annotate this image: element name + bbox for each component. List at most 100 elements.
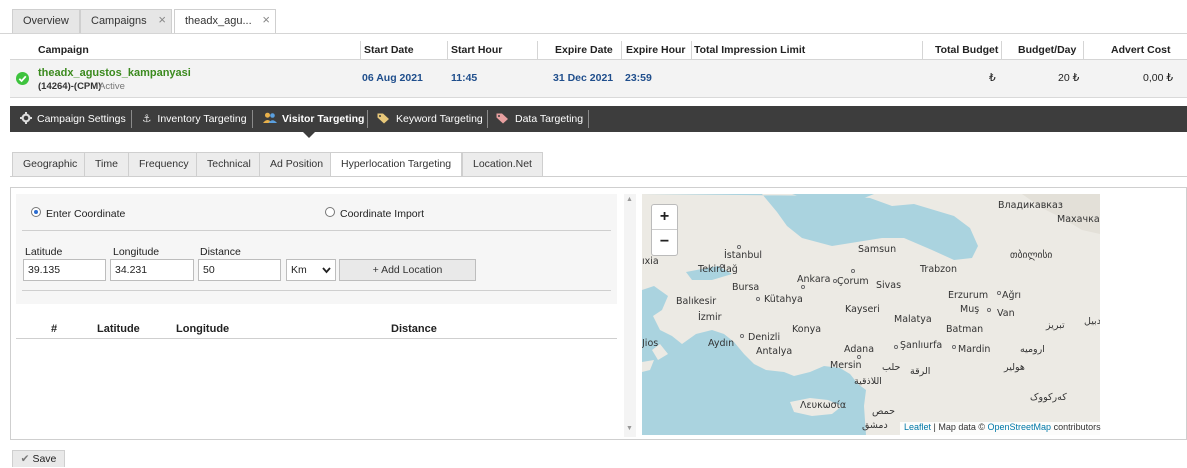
map-city-label: Konya	[792, 324, 822, 335]
map-city-label: Kayseri	[845, 304, 880, 315]
map-city-label: Adana	[844, 344, 875, 355]
scroll-up-icon[interactable]: ▲	[626, 196, 633, 203]
nav-divider	[588, 110, 589, 128]
nav-divider	[487, 110, 488, 128]
gear-icon	[20, 112, 32, 124]
map-city-label: حلب	[882, 362, 901, 373]
zoom-out-button[interactable]: −	[652, 230, 677, 255]
map-city-label: Владикавказ	[998, 200, 1063, 211]
total-budget-value: ₺	[989, 72, 996, 84]
nav-inventory-targeting[interactable]: ⚓ Inventory Targeting	[142, 106, 247, 132]
longitude-label: Longitude	[113, 246, 160, 258]
map-city-label: تبریز	[1046, 320, 1065, 331]
map-city-label: Tekirdağ	[698, 264, 738, 275]
budget-day-value: 20 ₺	[1058, 72, 1080, 84]
column-divider	[1083, 41, 1084, 60]
map-city-label: هولير	[1004, 362, 1025, 373]
chevron-down-icon	[322, 267, 331, 274]
subtab-time[interactable]: Time	[84, 152, 129, 176]
header-expire-date: Expire Date	[555, 44, 613, 56]
expire-hour-value: 23:59	[625, 72, 652, 84]
nav-divider	[131, 110, 132, 128]
location-map[interactable]: Владикавказ Махачкал İstanbul Samsun თბი…	[642, 194, 1100, 435]
map-city-label: حمص	[872, 406, 896, 417]
distance-input[interactable]	[198, 259, 281, 281]
header-campaign: Campaign	[38, 44, 89, 56]
map-city-marker	[833, 279, 837, 283]
campaign-table-header: Campaign Start Date Start Hour Expire Da…	[10, 41, 1187, 60]
map-city-label: Kütahya	[764, 294, 803, 305]
add-location-button[interactable]: + Add Location	[339, 259, 476, 281]
tag-icon	[496, 113, 508, 124]
nav-keyword-targeting[interactable]: Keyword Targeting	[377, 106, 483, 132]
save-button[interactable]: ✔ Save	[12, 450, 65, 467]
expire-date-value: 31 Dec 2021	[553, 72, 614, 84]
leaflet-link[interactable]: Leaflet	[904, 422, 931, 432]
close-icon[interactable]: ×	[158, 9, 166, 31]
subtab-technical[interactable]: Technical	[196, 152, 262, 176]
nav-data-targeting[interactable]: Data Targeting	[496, 106, 583, 132]
campaign-name-link[interactable]: theadx_agustos_kampanyasi	[38, 67, 191, 79]
map-zoom-control: + −	[651, 204, 678, 256]
tab-overview[interactable]: Overview	[12, 9, 80, 33]
subtab-frequency[interactable]: Frequency	[128, 152, 200, 176]
map-city-label: Erzurum	[948, 290, 989, 301]
map-city-label: თბილისი	[1010, 250, 1053, 261]
longitude-input[interactable]	[110, 259, 194, 281]
subtab-hyperlocation[interactable]: Hyperlocation Targeting	[330, 152, 463, 177]
save-label: Save	[32, 453, 57, 465]
tab-campaigns[interactable]: Campaigns ×	[80, 9, 172, 33]
targeting-nav: Campaign Settings ⚓ Inventory Targeting V…	[10, 106, 1187, 132]
enter-coordinate-radio[interactable]	[31, 207, 41, 217]
list-header-index: #	[51, 323, 58, 335]
users-icon	[263, 112, 277, 123]
map-city-marker	[740, 334, 744, 338]
header-start-date: Start Date	[364, 44, 414, 56]
nav-visitor-targeting[interactable]: Visitor Targeting	[263, 106, 364, 132]
panel-scrollbar[interactable]: ▲ ▼	[624, 194, 636, 437]
close-icon[interactable]: ×	[262, 9, 270, 31]
nav-divider	[367, 110, 368, 128]
tag-icon	[377, 113, 389, 124]
list-header-longitude: Longitude	[176, 323, 230, 335]
subtab-label: Geographic	[23, 158, 78, 170]
header-advert-cost: Advert Cost	[1111, 44, 1171, 56]
map-city-label: Ağrı	[1002, 290, 1022, 301]
scroll-down-icon[interactable]: ▼	[626, 425, 633, 432]
map-city-marker	[987, 308, 991, 312]
map-city-label: Şanlıurfa	[900, 340, 943, 351]
active-nav-pointer	[303, 132, 315, 138]
nav-campaign-settings[interactable]: Campaign Settings	[20, 106, 126, 132]
subtab-label: Time	[95, 158, 118, 170]
distance-unit-select[interactable]: Km	[286, 259, 336, 281]
column-divider	[922, 41, 923, 60]
map-city-label: Batman	[946, 324, 984, 335]
tab-label: theadx_agu...	[185, 15, 252, 27]
latitude-input[interactable]	[23, 259, 106, 281]
subtab-label: Technical	[207, 158, 251, 170]
zoom-in-button[interactable]: +	[652, 205, 677, 230]
subtab-location-net[interactable]: Location.Net	[462, 152, 543, 176]
map-city-label: ıxia	[642, 256, 659, 267]
map-city-marker	[894, 345, 898, 349]
column-divider	[691, 41, 692, 60]
column-divider	[1001, 41, 1002, 60]
map-city-label: الرقة	[910, 366, 931, 377]
subtab-label: Location.Net	[473, 158, 532, 170]
start-hour-value: 11:45	[451, 72, 478, 84]
map-city-label: İstanbul	[724, 250, 763, 261]
map-city-label: کەرکووک	[1030, 392, 1067, 403]
subtab-ad-position[interactable]: Ad Position	[259, 152, 335, 176]
tab-campaign-detail[interactable]: theadx_agu... ×	[174, 9, 276, 34]
map-city-label: Mardin	[958, 344, 991, 355]
nav-label: Campaign Settings	[37, 113, 126, 125]
campaign-row[interactable]: theadx_agustos_kampanyasi (14264)-(CPM) …	[10, 60, 1187, 98]
header-budget-day: Budget/Day	[1018, 44, 1077, 56]
unit-value: Km	[291, 264, 307, 276]
list-header-latitude: Latitude	[97, 323, 140, 335]
column-divider	[447, 41, 448, 60]
subtab-geographic[interactable]: Geographic	[12, 152, 89, 176]
osm-link[interactable]: OpenStreetMap	[988, 422, 1052, 432]
coordinate-import-radio[interactable]	[325, 207, 335, 217]
map-attribution: Leaflet | Map data © OpenStreetMap contr…	[900, 422, 1105, 435]
